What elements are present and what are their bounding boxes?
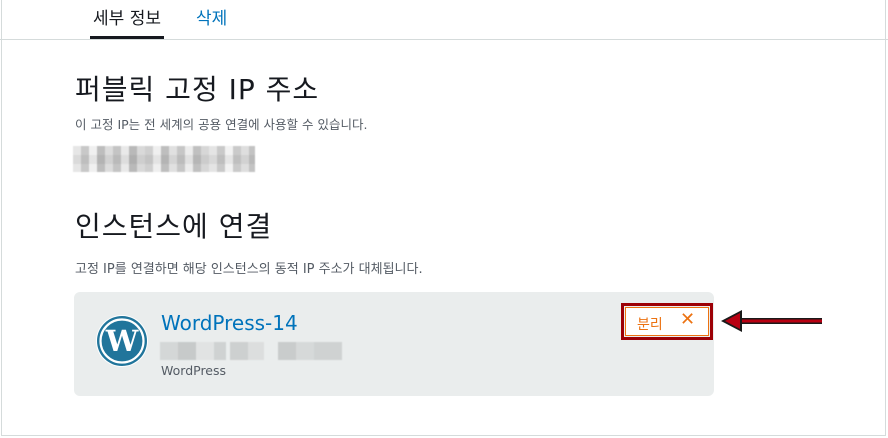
instance-blueprint-type: WordPress: [161, 363, 227, 378]
static-ip-description: 이 고정 IP는 전 세계의 공용 연결에 사용할 수 있습니다.: [75, 117, 368, 132]
instance-name-link[interactable]: WordPress-14: [161, 311, 298, 335]
tab-details[interactable]: 세부 정보: [90, 6, 164, 39]
detach-button-label: 분리: [637, 317, 663, 333]
attach-instance-description: 고정 IP를 연결하면 해당 인스턴스의 동적 IP 주소가 대체됩니다.: [75, 262, 423, 277]
tab-bar: 세부 정보 삭제: [0, 0, 888, 40]
static-ip-title: 퍼블릭 고정 IP 주소: [75, 73, 320, 106]
attach-instance-title: 인스턴스에 연결: [75, 210, 273, 243]
svg-text:W: W: [105, 324, 139, 358]
tab-delete[interactable]: 삭제: [196, 6, 227, 39]
close-icon: ✕: [680, 309, 696, 330]
pointer-arrow-icon: [721, 310, 822, 332]
static-ip-address-redacted: [73, 146, 255, 172]
instance-details-redacted: [160, 342, 342, 360]
wordpress-logo-icon: W: [96, 315, 148, 367]
